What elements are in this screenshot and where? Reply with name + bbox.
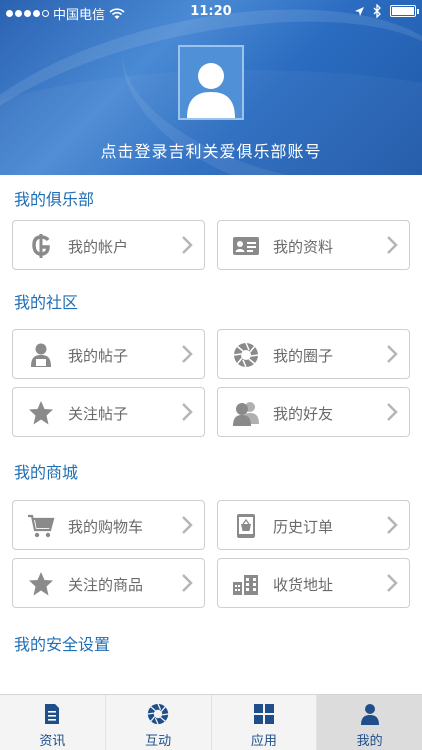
section-title-community: 我的社区 (14, 293, 79, 312)
chevron-right-icon (387, 574, 398, 592)
followed-posts-button[interactable]: 关注帖子 (12, 387, 205, 437)
chevron-right-icon (182, 236, 193, 254)
chevron-right-icon (182, 345, 193, 363)
chevron-right-icon (387, 403, 398, 421)
my-profile-button[interactable]: 我的资料 (217, 220, 410, 270)
login-prompt[interactable]: 点击登录吉利关爱俱乐部账号 (0, 138, 422, 162)
location-arrow-icon (355, 6, 364, 16)
document-icon (45, 704, 60, 724)
my-circles-button[interactable]: 我的圈子 (217, 329, 410, 379)
card-label: 我的帐户 (68, 238, 129, 256)
tab-interact[interactable]: 互动 (106, 695, 212, 750)
person-icon (360, 704, 379, 725)
bluetooth-icon (373, 4, 381, 18)
tab-news[interactable]: 资讯 (0, 695, 106, 750)
friends-icon (232, 400, 260, 426)
card-label: 我的帖子 (68, 347, 129, 365)
tab-label: 应用 (250, 734, 277, 749)
tab-label: 互动 (145, 734, 172, 749)
tab-apps[interactable]: 应用 (212, 695, 318, 750)
section-title-club: 我的俱乐部 (14, 190, 95, 209)
tab-label: 资讯 (39, 734, 66, 749)
chevron-right-icon (182, 403, 193, 421)
chevron-right-icon (182, 574, 193, 592)
tab-label: 我的 (356, 734, 383, 749)
shipping-address-button[interactable]: 收货地址 (217, 558, 410, 608)
chevron-right-icon (182, 516, 193, 534)
person-silhouette-icon (187, 63, 235, 118)
card-label: 我的购物车 (68, 518, 144, 536)
my-account-button[interactable]: 我的帐户 (12, 220, 205, 270)
card-label: 我的资料 (273, 238, 334, 256)
tab-bar: 资讯 互动 应用 我的 (0, 694, 422, 750)
card-label: 关注的商品 (68, 576, 144, 594)
mobile-basket-icon (232, 513, 260, 539)
grid-icon (253, 704, 274, 724)
card-label: 我的圈子 (273, 347, 334, 365)
card-label: 收货地址 (273, 576, 334, 594)
my-cart-button[interactable]: 我的购物车 (12, 500, 205, 550)
battery-icon (390, 5, 419, 17)
buildings-icon (232, 571, 260, 597)
followed-products-button[interactable]: 关注的商品 (12, 558, 205, 608)
tab-mine[interactable]: 我的 (317, 695, 422, 750)
dollar-icon (27, 233, 55, 259)
id-card-icon (232, 233, 260, 259)
my-posts-button[interactable]: 我的帖子 (12, 329, 205, 379)
chevron-right-icon (387, 236, 398, 254)
star-icon (27, 571, 55, 597)
chevron-right-icon (387, 516, 398, 534)
chevron-right-icon (387, 345, 398, 363)
section-title-mall: 我的商城 (14, 463, 79, 482)
card-label: 关注帖子 (68, 405, 129, 423)
order-history-button[interactable]: 历史订单 (217, 500, 410, 550)
status-bar: 中国电信 11:20 (0, 0, 422, 24)
avatar[interactable] (178, 45, 244, 120)
card-label: 我的好友 (273, 405, 334, 423)
aperture-icon (147, 703, 169, 725)
aperture-icon (232, 342, 260, 368)
cart-icon (27, 513, 55, 539)
star-icon (27, 400, 55, 426)
card-label: 历史订单 (273, 518, 334, 536)
profile-header: 中国电信 11:20 点击登录吉利关爱俱乐部账号 (0, 0, 422, 175)
my-friends-button[interactable]: 我的好友 (217, 387, 410, 437)
user-post-icon (27, 342, 55, 368)
section-title-security[interactable]: 我的安全设置 (14, 631, 110, 655)
